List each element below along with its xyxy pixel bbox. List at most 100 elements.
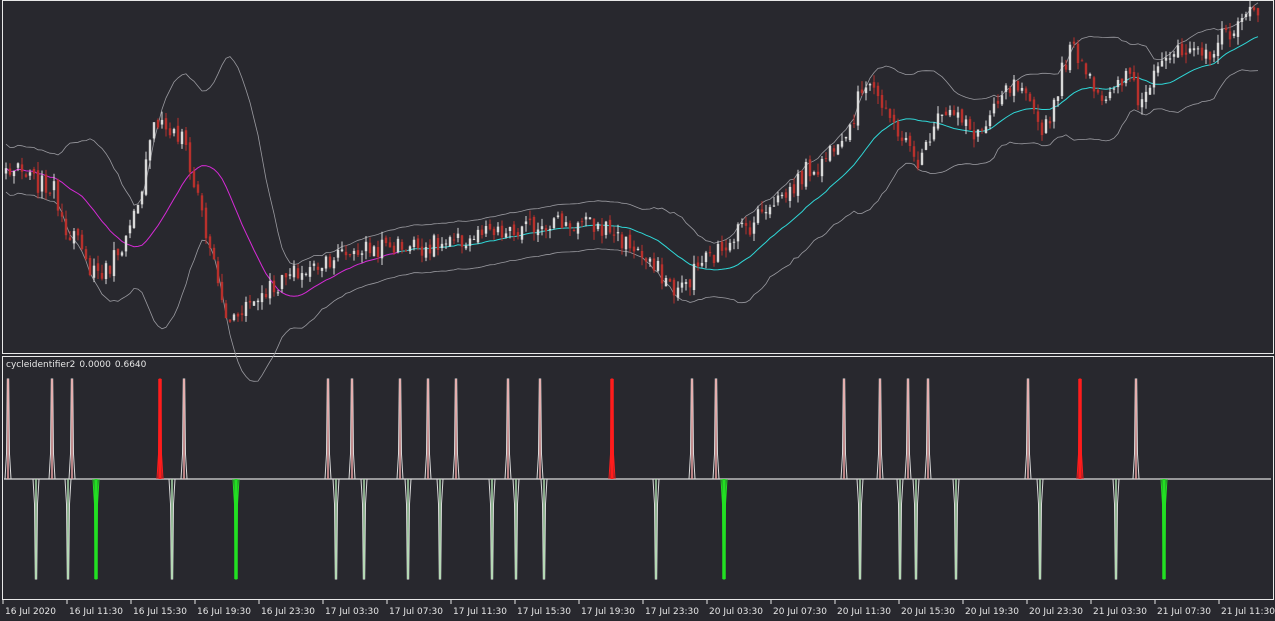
candle-body: [228, 319, 232, 322]
candle-body: [240, 313, 244, 316]
candle: [128, 219, 132, 239]
candle: [496, 222, 500, 236]
x-tick-label: 21 Jul 11:30: [1221, 607, 1275, 617]
candle-body: [260, 293, 264, 303]
candle-body: [1028, 93, 1032, 102]
candle: [492, 226, 496, 240]
candle: [684, 279, 688, 291]
cycle-peak-minor: [1024, 378, 1032, 480]
candle-body: [776, 195, 780, 203]
candle: [972, 121, 976, 148]
chart-canvas[interactable]: 16 Jul 2020 16 Jul 11:30 16 Jul 15:30 16 Ju…: [0, 0, 1275, 621]
candle-body: [1048, 121, 1052, 124]
candle-body: [676, 287, 680, 298]
candle-body: [212, 247, 216, 260]
candle: [1000, 90, 1004, 106]
candle: [956, 106, 960, 126]
candle-body: [204, 207, 208, 239]
candle-body: [508, 226, 512, 231]
candle: [588, 216, 592, 220]
candle: [276, 289, 280, 296]
candle-body: [300, 273, 304, 280]
candle: [48, 191, 52, 196]
candle-body: [1040, 122, 1044, 136]
candle: [240, 305, 244, 322]
candle: [980, 127, 984, 134]
x-tick-label: 16 Jul 2020: [5, 607, 56, 617]
cycle-peak-major: [156, 378, 164, 480]
candle-body: [616, 232, 620, 234]
candle-body: [168, 128, 172, 136]
candle: [804, 158, 808, 190]
cycle-peak-minor: [876, 378, 884, 480]
candle: [176, 117, 180, 145]
candle: [356, 243, 360, 258]
candle: [80, 229, 84, 251]
candle-body: [1084, 63, 1088, 75]
candle-body: [1112, 88, 1116, 90]
candle-body: [660, 264, 664, 284]
candle: [796, 169, 800, 203]
cycle-trough-major: [1160, 478, 1168, 580]
trading-chart[interactable]: 16 Jul 2020 16 Jul 11:30 16 Jul 15:30 16 Ju…: [0, 0, 1275, 621]
candle: [660, 257, 664, 290]
candle-body: [316, 266, 320, 270]
candle: [968, 116, 972, 131]
candle-body: [856, 91, 860, 126]
candle-body: [332, 260, 336, 269]
candle-body: [140, 191, 144, 205]
candle: [976, 129, 980, 142]
candle-body: [1136, 76, 1140, 106]
candle: [856, 85, 860, 131]
candle-body: [724, 247, 728, 251]
candle: [808, 155, 812, 182]
candle: [308, 260, 312, 282]
candle: [352, 248, 356, 261]
candle-body: [176, 125, 180, 142]
candle-body: [452, 239, 456, 241]
candle: [432, 233, 436, 258]
candle: [1016, 80, 1020, 93]
cycle-identifier-series: [4, 378, 1271, 580]
candle: [532, 215, 536, 241]
candle-body: [728, 242, 732, 251]
candle: [244, 296, 248, 322]
candle-body: [840, 140, 844, 147]
candle-body: [924, 141, 928, 150]
candle-body: [412, 239, 416, 248]
candle-body: [248, 300, 252, 303]
candle-body: [196, 184, 200, 193]
candle-body: [380, 239, 384, 259]
candle-body: [972, 130, 976, 140]
candle-body: [820, 158, 824, 177]
candle: [504, 228, 508, 239]
candle-body: [108, 265, 112, 274]
moving-average-line: [5, 36, 1259, 297]
candle-body: [116, 248, 120, 256]
candle-body: [484, 226, 488, 234]
candle: [1004, 83, 1008, 100]
candle-body: [784, 192, 788, 198]
candle-body: [52, 181, 56, 191]
candle: [1224, 24, 1228, 33]
candle-body: [816, 171, 820, 175]
candle-body: [120, 252, 124, 256]
candle: [164, 112, 168, 137]
candle: [360, 250, 364, 263]
candle: [144, 151, 148, 197]
candle: [172, 127, 176, 137]
candle-body: [372, 246, 376, 257]
candle: [600, 217, 604, 244]
candle-body: [648, 258, 652, 262]
candle-body: [792, 184, 796, 194]
candle: [24, 172, 28, 178]
candle: [424, 242, 428, 262]
candle-body: [868, 83, 872, 86]
candle-body: [128, 225, 132, 234]
candle: [552, 217, 556, 230]
candle-body: [12, 170, 16, 177]
candle-body: [980, 129, 984, 131]
candle-body: [64, 218, 68, 236]
candle-body: [8, 168, 12, 175]
candle-body: [796, 173, 800, 196]
